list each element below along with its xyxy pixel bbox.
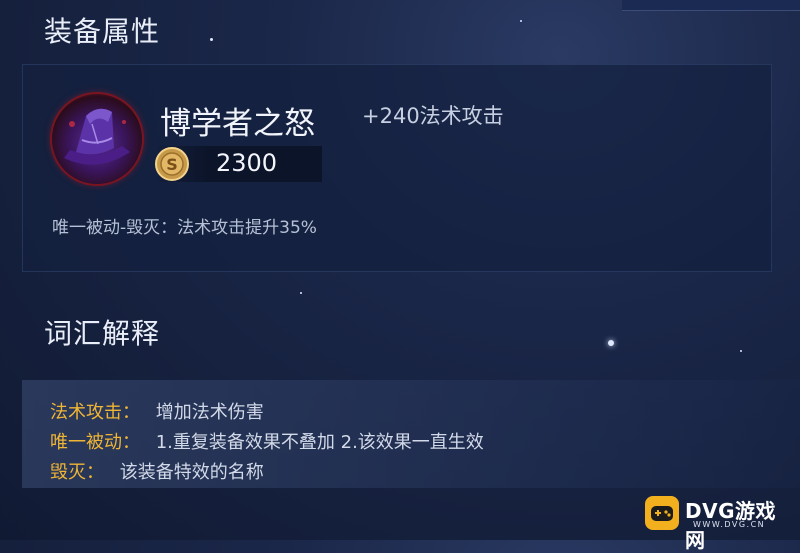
glossary-definition: 1.重复装备效果不叠加 2.该效果一直生效: [155, 432, 484, 453]
glossary-entry: 唯一被动： 1.重复装备效果不叠加 2.该效果一直生效: [50, 428, 484, 454]
glossary-entry: 法术攻击： 增加法术伤害: [50, 398, 264, 424]
item-stat: +240法术攻击: [362, 104, 504, 128]
item-panel: [22, 64, 772, 272]
background-star: [608, 340, 614, 346]
background-star: [520, 20, 522, 22]
glossary-term: 唯一被动：: [50, 432, 140, 453]
background-star: [210, 38, 213, 41]
watermark-url: WWW.DVG.CN: [693, 520, 766, 529]
glossary-term: 法术攻击：: [50, 402, 140, 423]
glossary-section-title: 词汇解释: [44, 317, 161, 350]
background-star: [740, 350, 742, 352]
item-passive-description: 唯一被动-毁灭：法术攻击提升35%: [52, 218, 317, 238]
item-name: 博学者之怒: [160, 106, 315, 142]
top-frame-edge: [622, 0, 800, 11]
svg-text:S: S: [166, 155, 178, 174]
gold-coin-icon: S: [154, 146, 190, 182]
arcane-hat-icon-graphic: [64, 108, 130, 165]
glossary-definition: 增加法术伤害: [155, 402, 264, 423]
background-star: [300, 292, 302, 294]
item-price: 2300: [216, 149, 278, 177]
arcane-hat-icon[interactable]: [52, 94, 142, 184]
equipment-section-title: 装备属性: [44, 15, 161, 48]
glossary-term: 毁灭：: [50, 462, 104, 483]
glossary-entry: 毁灭： 该装备特效的名称: [50, 458, 264, 484]
glossary-definition: 该装备特效的名称: [119, 462, 264, 483]
watermark-badge: DVG游戏网 WWW.DVG.CN: [645, 492, 795, 552]
gamepad-icon: [645, 496, 679, 530]
